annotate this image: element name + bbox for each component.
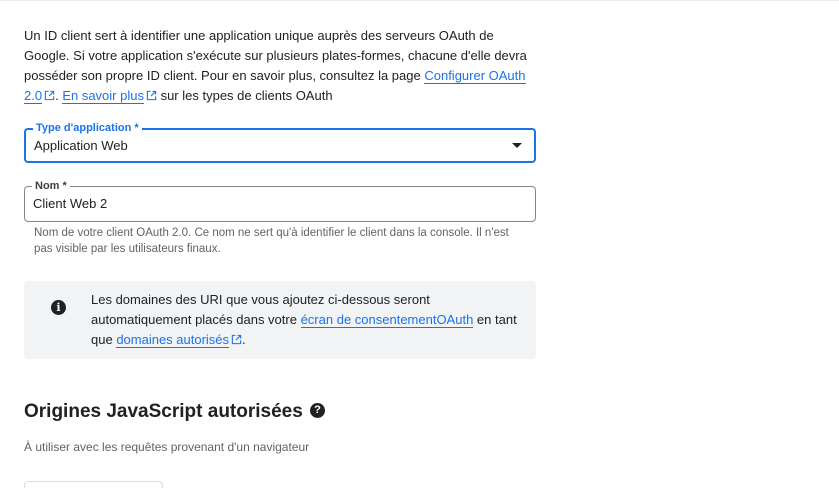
external-link-icon <box>231 334 242 345</box>
notice-text-part3: . <box>242 332 246 347</box>
application-type-value: Application Web <box>34 138 128 153</box>
authorized-domains-link-label: domaines autorisés <box>116 332 230 347</box>
dropdown-arrow-icon <box>512 143 522 148</box>
consent-screen-link-label: écran de consentementOAuth <box>300 312 474 327</box>
application-type-select[interactable]: Type d'application * Application Web <box>24 121 536 163</box>
external-link-icon <box>146 90 157 101</box>
name-helper-text: Nom de votre client OAuth 2.0. Ce nom ne… <box>34 227 509 255</box>
external-link-icon <box>44 90 55 101</box>
name-input[interactable]: Client Web 2 <box>33 196 107 212</box>
top-divider <box>0 0 839 1</box>
uri-domains-notice: i Les domaines des URI que vous ajoutez … <box>24 281 536 359</box>
js-origins-title: Origines JavaScript autorisées <box>24 401 303 422</box>
learn-more-link[interactable]: En savoir plus <box>62 88 144 104</box>
name-field[interactable]: Nom * Client Web 2 <box>24 179 536 222</box>
intro-paragraph: Un ID client sert à identifier une appli… <box>24 26 534 106</box>
name-field-label: Nom * <box>32 179 70 193</box>
add-uri-button[interactable] <box>24 481 163 488</box>
help-icon[interactable]: ? <box>310 403 325 418</box>
learn-more-link-label: En savoir plus <box>62 88 144 103</box>
authorized-domains-link[interactable]: domaines autorisés <box>116 332 230 348</box>
info-icon: i <box>51 300 66 315</box>
consent-screen-link[interactable]: écran de consentementOAuth <box>300 312 474 328</box>
application-type-label: Type d'application * <box>33 121 142 135</box>
js-origins-subtitle: À utiliser avec les requêtes provenant d… <box>24 440 310 454</box>
notice-text: Les domaines des URI que vous ajoutez ci… <box>91 290 531 350</box>
intro-text-end: sur les types de clients OAuth <box>156 88 333 103</box>
